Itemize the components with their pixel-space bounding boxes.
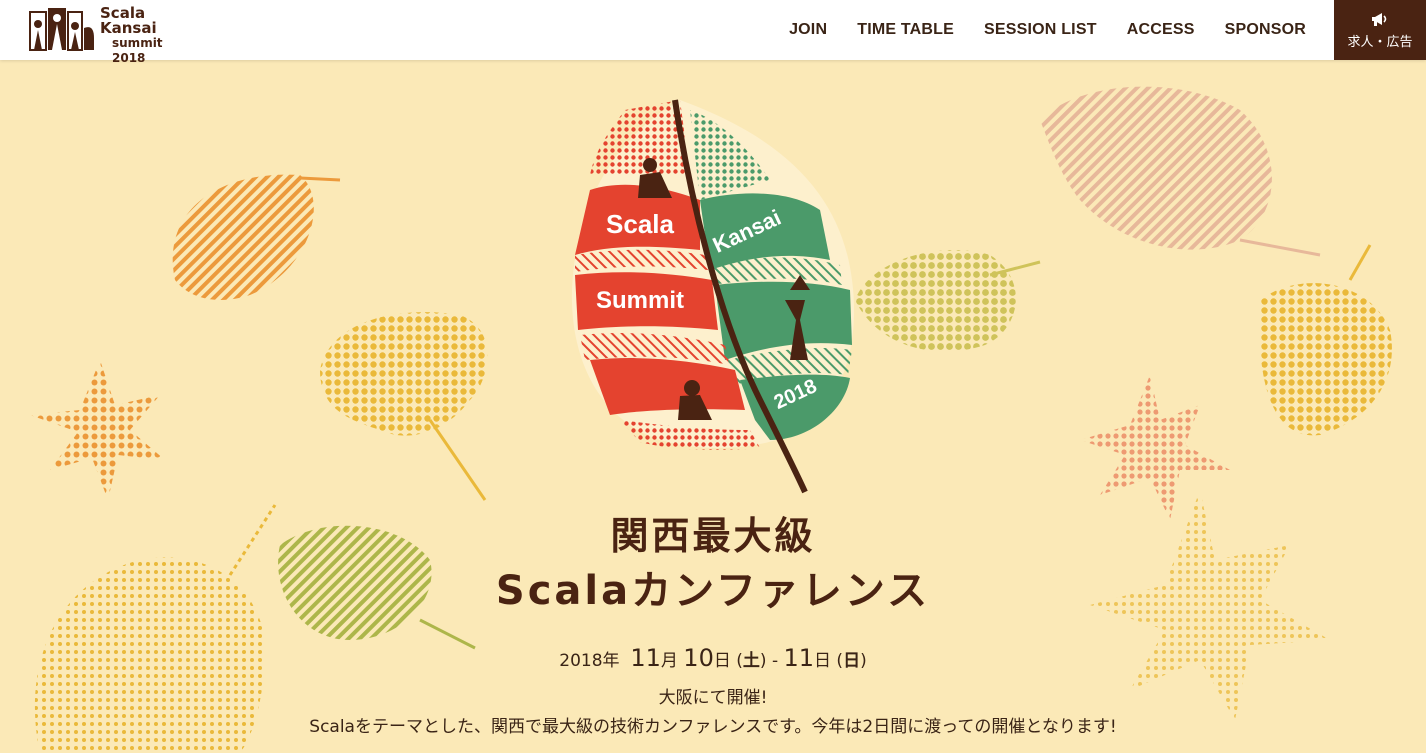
hero-title-line1: 関西最大級 bbox=[610, 514, 816, 558]
event-date: 2018年 11月 10日 (土) - 11日 (日) bbox=[559, 644, 867, 672]
nav-time-table[interactable]: TIME TABLE bbox=[857, 21, 954, 39]
megaphone-icon bbox=[1372, 12, 1387, 26]
recruit-ad-label: 求人・広告 bbox=[1347, 34, 1413, 50]
date-month1: 11 bbox=[630, 644, 661, 672]
main-nav: JOIN TIME TABLE SESSION LIST ACCESS SPON… bbox=[759, 0, 1306, 60]
event-description: Scalaをテーマとした、関西で最大級の技術カンファレンスです。今年は2日間に渡… bbox=[309, 717, 1117, 737]
date-separator: - bbox=[771, 651, 779, 671]
logo-line-summit: summit 2018 bbox=[112, 36, 163, 65]
nav-join[interactable]: JOIN bbox=[789, 21, 827, 39]
date-weekday1: 土 bbox=[742, 651, 760, 671]
recruit-ad-button[interactable]: 求人・広告 bbox=[1334, 0, 1426, 60]
event-venue: 大阪にて開催! bbox=[658, 688, 768, 708]
nav-session-list[interactable]: SESSION LIST bbox=[984, 21, 1097, 39]
site-logo[interactable]: Scala Kansai summit 2018 bbox=[28, 4, 198, 65]
date-weekday2: 日 bbox=[843, 651, 861, 671]
date-day1-unit: 日 bbox=[713, 651, 731, 671]
date-day1: 10 bbox=[683, 644, 714, 672]
emblem-word-scala: Scala bbox=[606, 209, 674, 239]
emblem-word-summit: Summit bbox=[596, 287, 684, 314]
nav-sponsor[interactable]: SPONSOR bbox=[1225, 21, 1306, 39]
logo-wordmark: Scala Kansai summit 2018 bbox=[100, 6, 198, 66]
date-month2: 11 bbox=[783, 644, 815, 672]
date-year: 2018年 bbox=[559, 651, 620, 671]
site-header: Scala Kansai summit 2018 JOIN TIME TABLE… bbox=[0, 0, 1426, 65]
date-day2-unit: 日 bbox=[814, 651, 832, 671]
date-month1-unit: 月 bbox=[660, 651, 678, 671]
summit-emblem: Scala Summit Kansai 2018 bbox=[571, 99, 855, 494]
logo-line-kansai: Kansai bbox=[100, 19, 157, 37]
nav-access[interactable]: ACCESS bbox=[1127, 21, 1195, 39]
logo-figures-icon bbox=[29, 8, 94, 51]
hero-title-line2: Scalaカンファレンス bbox=[495, 568, 931, 614]
